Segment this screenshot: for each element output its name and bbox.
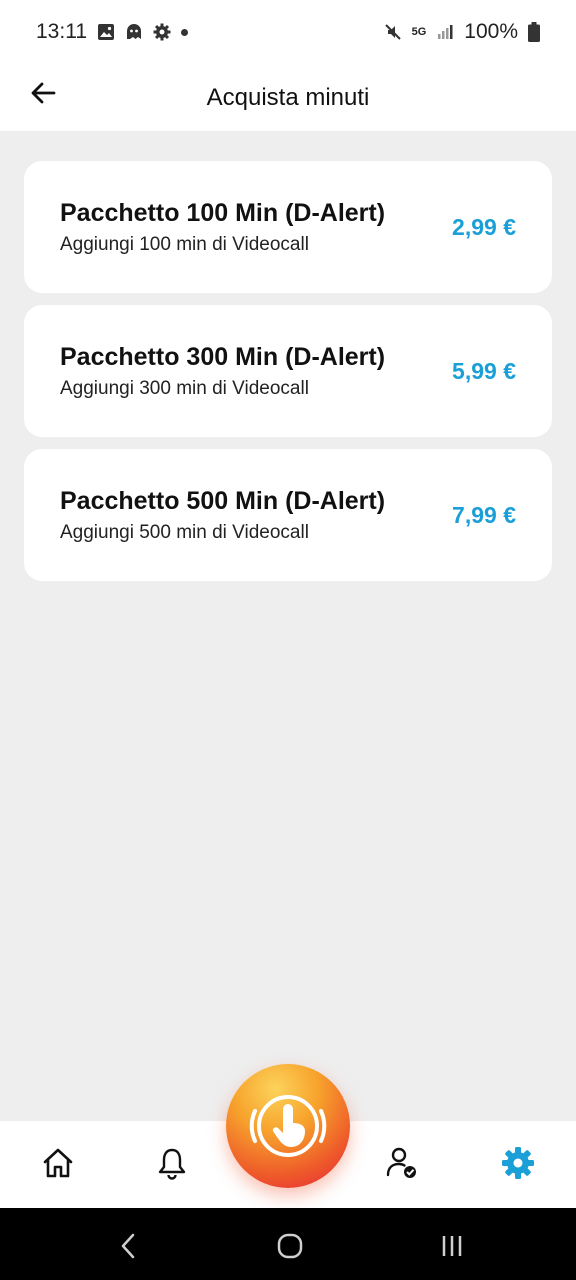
gear-icon [153,23,171,41]
arrow-left-icon [31,82,56,104]
sos-button[interactable] [226,1064,350,1188]
status-right: 5G 100% [384,20,540,44]
battery-icon [528,22,540,42]
package-price: 2,99 € [452,213,516,240]
package-text: Pacchetto 500 Min (D-Alert) Aggiungi 500… [60,487,385,544]
signal-icon [438,25,453,39]
package-card-500[interactable]: Pacchetto 500 Min (D-Alert) Aggiungi 500… [24,449,552,581]
status-time: 13:11 [36,20,87,43]
back-button[interactable] [22,72,64,114]
dot-icon [181,28,188,36]
touch-alert-icon [249,1095,327,1157]
bell-icon [158,1148,186,1180]
nav-profile[interactable] [380,1141,424,1185]
mute-icon [384,24,401,40]
package-title: Pacchetto 100 Min (D-Alert) [60,198,386,227]
package-card-300[interactable]: Pacchetto 300 Min (D-Alert) Aggiungi 300… [24,305,552,437]
package-subtitle: Aggiungi 100 min di Videocall [60,233,309,255]
user-check-icon [386,1147,416,1178]
package-list: Pacchetto 100 Min (D-Alert) Aggiungi 100… [24,161,552,593]
battery-level: 100% [464,20,518,43]
page-title: Acquista minuti [206,83,370,111]
status-left: 13:11 [36,20,188,44]
back-chevron-icon [121,1233,135,1259]
system-home-button[interactable] [270,1226,310,1266]
nav-notifications[interactable] [150,1141,194,1185]
nav-home[interactable] [36,1141,80,1185]
package-card-100[interactable]: Pacchetto 100 Min (D-Alert) Aggiungi 100… [24,161,552,293]
status-bar: 13:11 5G 100% [0,0,576,64]
nav-settings[interactable] [496,1141,540,1185]
package-title: Pacchetto 500 Min (D-Alert) [60,486,386,515]
app-bar: Acquista minuti [0,64,576,131]
package-text: Pacchetto 100 Min (D-Alert) Aggiungi 100… [60,199,385,256]
recents-icon [442,1236,462,1256]
network-type: 5G [411,25,427,38]
home-icon [43,1148,73,1178]
system-recents-button[interactable] [432,1226,472,1266]
home-circle-icon [277,1233,303,1259]
package-text: Pacchetto 300 Min (D-Alert) Aggiungi 300… [60,343,385,400]
package-price: 7,99 € [452,501,516,528]
image-icon [98,24,114,40]
package-subtitle: Aggiungi 500 min di Videocall [60,521,309,543]
ghost-icon [127,24,141,39]
gear-icon [502,1147,534,1179]
package-subtitle: Aggiungi 300 min di Videocall [60,377,309,399]
system-navigation-bar [0,1208,576,1280]
system-back-button[interactable] [108,1226,148,1266]
package-price: 5,99 € [452,357,516,384]
package-title: Pacchetto 300 Min (D-Alert) [60,342,386,371]
